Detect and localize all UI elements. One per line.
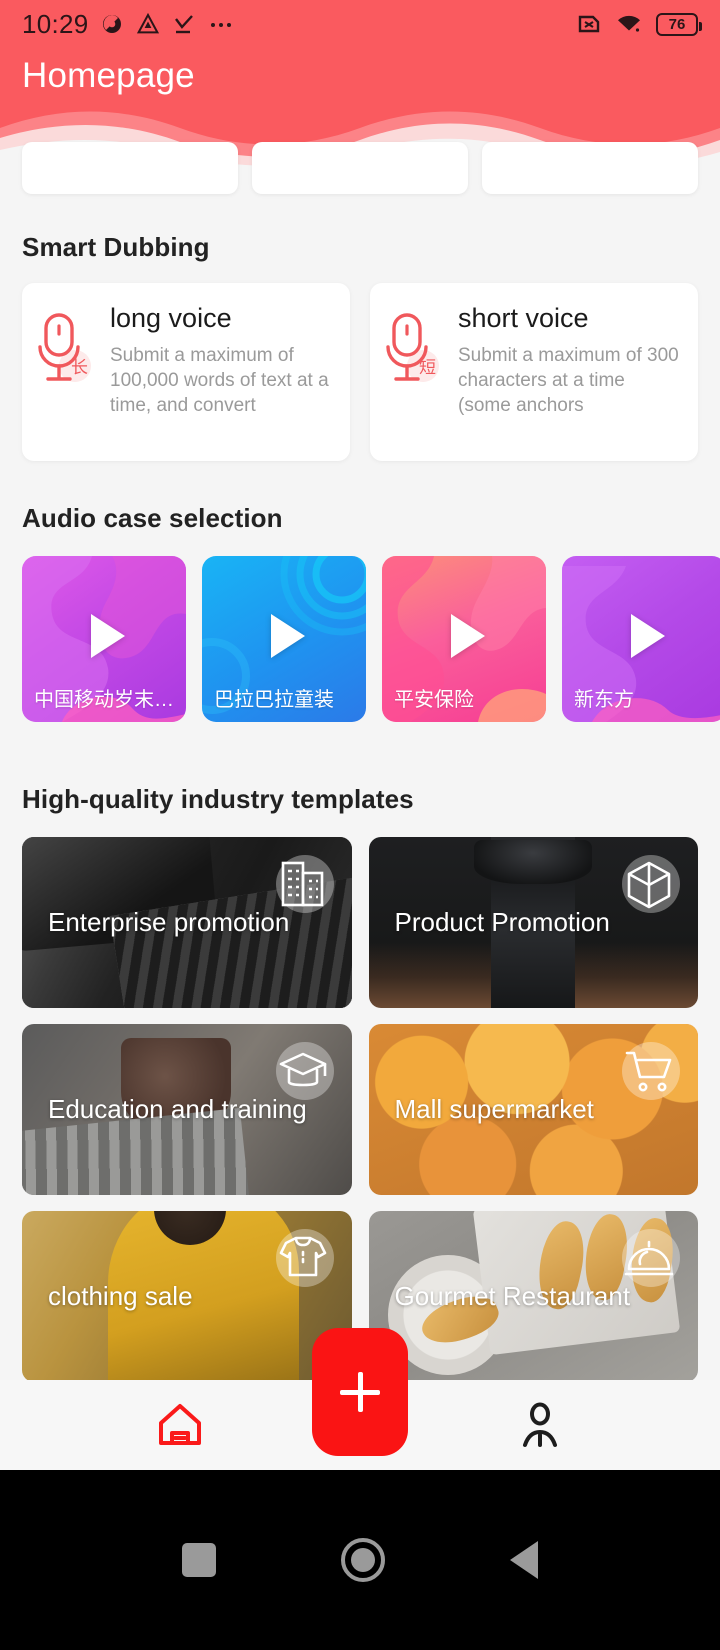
audio-case-label: 中国移动岁末… <box>34 689 174 711</box>
play-icon <box>271 614 305 658</box>
recents-square-icon[interactable] <box>182 1543 217 1577</box>
play-icon <box>631 614 665 658</box>
audio-case-label: 巴拉巴拉童装 <box>214 689 334 711</box>
shopping-cart-icon <box>614 1036 684 1106</box>
back-triangle-icon[interactable] <box>509 1541 538 1579</box>
audio-case-section: Audio case selection 中国移动岁末… 巴拉巴拉童装 平安保险… <box>0 503 720 722</box>
add-button[interactable] <box>312 1328 408 1456</box>
play-icon <box>91 614 125 658</box>
long-voice-title: long voice <box>110 303 232 333</box>
app-notification-icon <box>102 15 121 33</box>
short-voice-badge: 短 <box>419 358 436 378</box>
status-bar-notification-icons <box>100 12 234 36</box>
status-bar: 10:29 76 <box>0 0 720 48</box>
microphone-icon: 长 <box>34 303 100 461</box>
audio-case-card[interactable]: 平安保险 <box>382 556 546 722</box>
home-circle-icon[interactable] <box>340 1538 385 1582</box>
template-label: clothing sale <box>48 1281 193 1311</box>
long-voice-badge: 长 <box>71 358 88 378</box>
audio-case-card[interactable]: 新东方 <box>562 556 720 722</box>
template-card-enterprise-promotion[interactable]: Enterprise promotion <box>22 837 352 1008</box>
tshirt-icon <box>268 1223 338 1293</box>
template-card-clothing-sale[interactable]: clothing sale <box>22 1211 352 1382</box>
industry-templates-section: High-quality industry templates Enterpri… <box>0 784 720 1382</box>
template-label: Gourmet Restaurant <box>394 1281 631 1311</box>
no-sim-icon <box>578 15 600 33</box>
wifi-icon <box>618 15 640 32</box>
long-voice-card[interactable]: 长 long voice Submit a maximum of 100,000… <box>22 283 350 461</box>
template-label: Mall supermarket <box>394 1094 594 1124</box>
template-card-product-promotion[interactable]: Product Promotion <box>368 837 698 1008</box>
audio-case-card[interactable]: 中国移动岁末… <box>22 556 186 722</box>
short-voice-title: short voice <box>458 303 589 333</box>
smart-dubbing-section: Smart Dubbing 长 long voice Submit a maxi… <box>0 232 720 461</box>
battery-percent: 76 <box>668 15 686 33</box>
battery-icon: 76 <box>656 12 702 36</box>
template-card-education-training[interactable]: Education and training <box>22 1024 352 1195</box>
status-bar-time: 10:29 <box>22 8 89 39</box>
bottom-nav-item-home[interactable] <box>0 1401 360 1449</box>
long-voice-description: Submit a maximum of 100,000 words of tex… <box>110 345 329 417</box>
industry-templates-heading: High-quality industry templates <box>22 784 414 814</box>
audio-case-label: 平安保险 <box>394 689 474 711</box>
template-card-gourmet-restaurant[interactable]: Gourmet Restaurant <box>368 1211 698 1382</box>
system-navigation-bar <box>0 1470 720 1650</box>
play-icon <box>451 614 485 658</box>
microphone-icon: 短 <box>382 303 448 461</box>
top-card-1[interactable] <box>22 142 238 194</box>
top-card-3[interactable] <box>482 142 698 194</box>
top-card-2[interactable] <box>252 142 468 194</box>
bottom-navigation-bar <box>0 1328 720 1470</box>
page-title: Homepage <box>22 56 195 95</box>
top-card-strip <box>0 142 720 194</box>
more-dots-icon <box>210 23 231 27</box>
cube-3d-icon <box>614 849 684 919</box>
short-voice-card[interactable]: 短 short voice Submit a maximum of 300 ch… <box>370 283 698 461</box>
bottom-nav-item-profile[interactable] <box>360 1401 720 1449</box>
audio-case-card[interactable]: 巴拉巴拉童装 <box>202 556 366 722</box>
home-icon <box>159 1404 201 1445</box>
audio-case-heading: Audio case selection <box>22 503 283 533</box>
short-voice-description: Submit a maximum of 300 characters at a … <box>458 345 679 417</box>
status-bar-system-icons: 76 <box>576 12 702 36</box>
audio-case-label: 新东方 <box>574 689 634 711</box>
template-label: Product Promotion <box>394 907 610 937</box>
template-label: Education and training <box>48 1094 307 1124</box>
audio-case-carousel[interactable]: 中国移动岁末… 巴拉巴拉童装 平安保险 新东方 <box>0 556 720 722</box>
template-label: Enterprise promotion <box>48 907 290 937</box>
smart-dubbing-heading: Smart Dubbing <box>22 232 210 262</box>
person-icon <box>523 1402 557 1447</box>
warning-triangle-icon <box>136 12 159 34</box>
template-card-mall-supermarket[interactable]: Mall supermarket <box>368 1024 698 1195</box>
download-check-icon <box>174 15 193 34</box>
